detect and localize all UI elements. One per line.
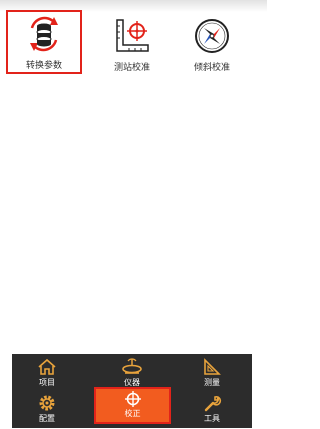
tilt-calibration-label: 倾斜校准 <box>193 63 230 73</box>
station-calibration-label: 测站校准 <box>113 63 150 73</box>
bottom-navigation: 项目 仪器 测量 配置 校正 工具 <box>12 354 252 428</box>
database-refresh-icon <box>30 16 58 52</box>
gear-icon <box>39 395 55 411</box>
home-icon <box>38 358 56 375</box>
nav-calibrate-label: 校正 <box>124 409 141 418</box>
nav-calibrate[interactable]: 校正 <box>94 387 171 424</box>
nav-tools[interactable]: 工具 <box>182 393 242 429</box>
gnss-receiver-icon <box>122 358 142 374</box>
nav-project[interactable]: 项目 <box>17 357 77 393</box>
station-calibration-button[interactable]: 测站校准 <box>94 14 170 76</box>
ruler-crosshair-icon <box>116 19 149 52</box>
wrench-icon <box>204 395 222 412</box>
convert-parameters-label: 转换参数 <box>25 61 62 71</box>
nav-tools-label: 工具 <box>204 414 220 423</box>
nav-config-label: 配置 <box>39 414 55 423</box>
crosshair-icon <box>124 391 141 407</box>
compass-icon <box>195 19 229 53</box>
triangle-ruler-icon <box>204 358 221 375</box>
nav-project-label: 项目 <box>39 378 55 387</box>
nav-config[interactable]: 配置 <box>17 393 77 429</box>
nav-survey[interactable]: 测量 <box>182 357 242 393</box>
convert-parameters-button[interactable]: 转换参数 <box>6 10 82 74</box>
tilt-calibration-button[interactable]: 倾斜校准 <box>174 14 250 76</box>
nav-survey-label: 测量 <box>204 378 220 387</box>
